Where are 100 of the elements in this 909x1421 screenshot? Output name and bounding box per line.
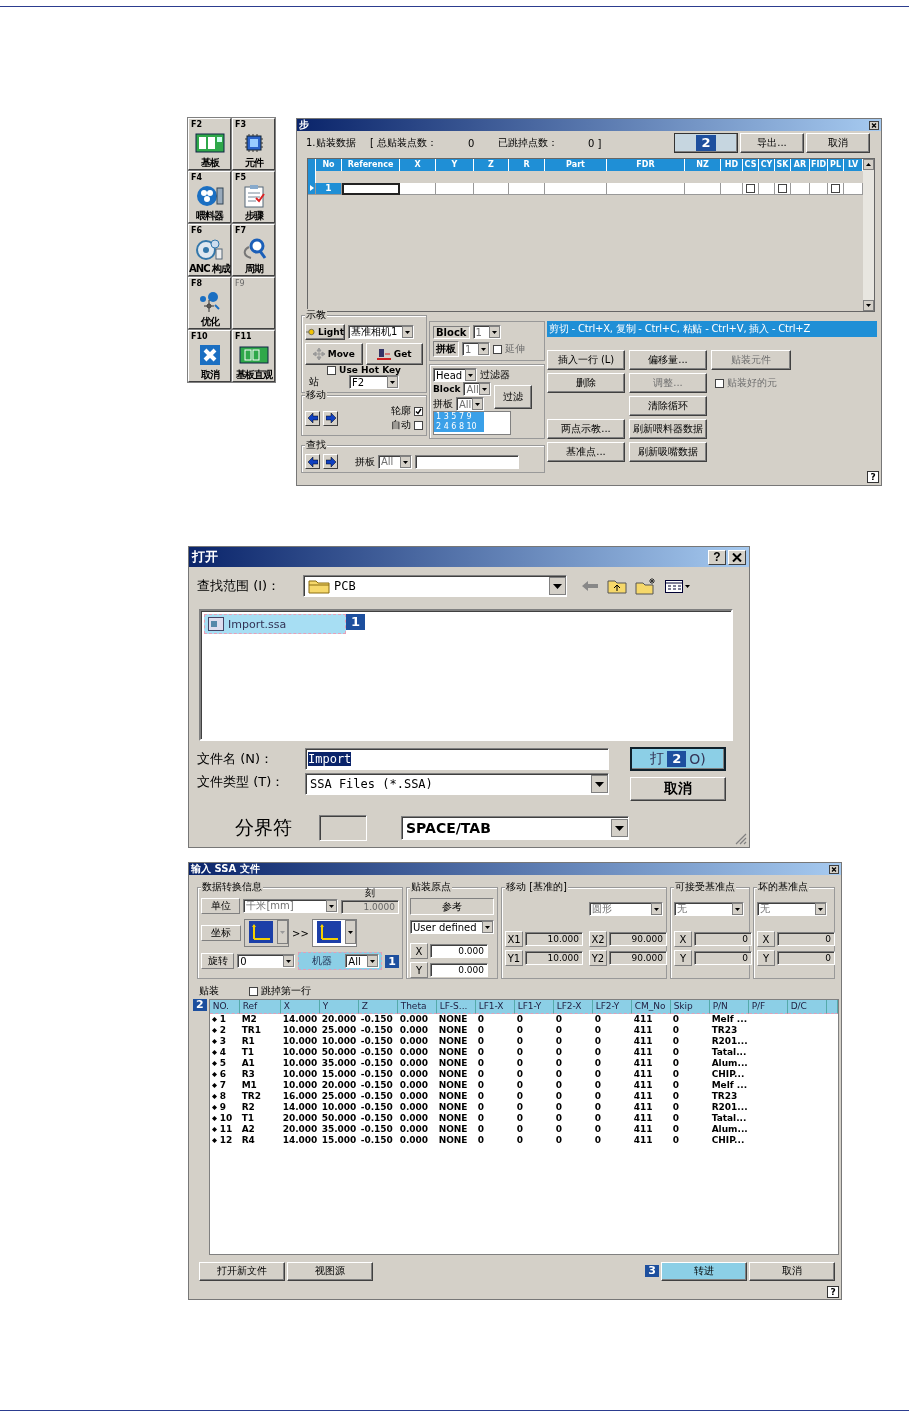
input-field: 1.0000 bbox=[341, 900, 399, 914]
button[interactable]: 取消 bbox=[806, 133, 870, 154]
key-label: F6 bbox=[191, 226, 203, 235]
button[interactable]: 打开新文件 bbox=[199, 1261, 285, 1281]
dropdown[interactable]: 0 bbox=[237, 954, 296, 968]
right-arrow-button[interactable] bbox=[323, 410, 338, 426]
checkbox[interactable] bbox=[327, 365, 337, 375]
button[interactable]: 视图源 bbox=[287, 1261, 373, 1281]
help-button[interactable]: ? bbox=[867, 471, 879, 483]
input-field[interactable]: 90.000 bbox=[609, 932, 667, 946]
input-field[interactable]: 0 bbox=[777, 932, 835, 946]
help-button[interactable]: ? bbox=[827, 1286, 839, 1298]
table-cell-text: R201... bbox=[710, 1036, 749, 1047]
button[interactable]: 插入一行 (L) bbox=[547, 350, 625, 370]
toolbar-key[interactable]: F10 取消 bbox=[188, 330, 231, 382]
button[interactable]: 过滤 bbox=[494, 384, 533, 409]
checkbox[interactable] bbox=[249, 986, 258, 996]
input-field[interactable]: 10.000 bbox=[525, 932, 583, 946]
field-label: 文件类型 (T)： bbox=[197, 773, 286, 791]
table-cell-text: 0 bbox=[476, 1135, 485, 1146]
dropdown[interactable]: SPACE/TAB bbox=[401, 816, 629, 840]
input-field[interactable]: 0.000 bbox=[430, 944, 488, 958]
button[interactable]: 基准点... bbox=[547, 442, 625, 462]
file-item[interactable]: Import.ssa bbox=[204, 614, 346, 634]
button[interactable]: 导出... bbox=[740, 133, 804, 154]
input-field[interactable]: 0.000 bbox=[430, 963, 488, 977]
table-cell-text: 0.000 bbox=[398, 1080, 430, 1091]
toolbar-key[interactable]: F3 元件 bbox=[232, 118, 275, 170]
button[interactable]: 刷新吸嘴数据 bbox=[629, 442, 707, 462]
table-cell bbox=[509, 182, 545, 195]
toolbar-key[interactable]: F7 周期 bbox=[232, 224, 275, 276]
caret-icon bbox=[611, 819, 628, 837]
button[interactable]: 2 bbox=[674, 133, 738, 154]
table-cell-text: 20.000 bbox=[320, 1014, 358, 1025]
dropdown[interactable] bbox=[311, 919, 357, 947]
checkbox[interactable] bbox=[414, 420, 423, 430]
table-cell-text: NONE bbox=[437, 1135, 469, 1146]
toolbar-key[interactable]: F5 步骤 bbox=[232, 171, 275, 223]
input-field[interactable]: 10.000 bbox=[525, 951, 583, 965]
input-field[interactable]: 90.000 bbox=[609, 951, 667, 965]
checkbox[interactable] bbox=[414, 406, 423, 416]
table-cell-text: R1 bbox=[240, 1036, 256, 1047]
input-field[interactable] bbox=[319, 815, 367, 841]
input-field[interactable]: Import bbox=[305, 748, 609, 770]
table-cell-text: 14.000 bbox=[281, 1135, 319, 1146]
machine-selector[interactable]: 机器 All bbox=[298, 952, 383, 970]
toolbar-key[interactable]: F11 基板直观 bbox=[232, 330, 275, 382]
field-label: Y bbox=[410, 962, 428, 978]
table-cell-text: 0 bbox=[593, 1025, 602, 1036]
button[interactable]: 偏移量... bbox=[629, 350, 707, 370]
bulb-icon bbox=[306, 328, 315, 336]
table-cell-text: -0.150 bbox=[359, 1124, 394, 1135]
toolbar-key[interactable]: F6 ANC 构成 bbox=[188, 224, 231, 276]
left-arrow-button[interactable] bbox=[305, 454, 320, 469]
dropdown[interactable]: SSA Files (*.SSA) bbox=[305, 773, 609, 795]
caret-icon bbox=[344, 920, 356, 944]
close-button[interactable] bbox=[728, 549, 746, 565]
button[interactable]: 清除循环 bbox=[629, 396, 707, 416]
column-header: LF-S... bbox=[436, 1000, 476, 1014]
right-arrow-button[interactable] bbox=[323, 454, 338, 469]
input-field[interactable]: 0 bbox=[777, 951, 835, 965]
view-menu-icon[interactable] bbox=[665, 579, 691, 593]
button[interactable]: 删除 bbox=[547, 373, 625, 393]
open-button[interactable]: 打 2 O) bbox=[630, 747, 726, 771]
dropdown[interactable]: Head bbox=[433, 368, 477, 382]
dropdown[interactable] bbox=[244, 919, 289, 947]
checkbox[interactable] bbox=[831, 183, 840, 193]
table-cell-text: NONE bbox=[437, 1058, 469, 1069]
checkbox[interactable] bbox=[778, 183, 787, 193]
button[interactable]: 转进 bbox=[661, 1261, 747, 1281]
cell-editor[interactable] bbox=[342, 182, 400, 195]
toolbar-key[interactable]: F2 基板 bbox=[188, 118, 231, 170]
button[interactable]: 取消 bbox=[630, 777, 726, 801]
input-field[interactable]: 0 bbox=[694, 932, 752, 946]
checkbox[interactable] bbox=[746, 183, 755, 193]
dropdown[interactable]: F2 bbox=[349, 375, 399, 389]
new-folder-icon[interactable] bbox=[635, 577, 657, 595]
dropdown[interactable]: All bbox=[345, 954, 380, 968]
table-cell-text: -0.150 bbox=[359, 1113, 394, 1124]
button[interactable]: Light bbox=[305, 324, 345, 340]
button[interactable]: Move bbox=[305, 343, 363, 365]
button[interactable]: Get bbox=[365, 343, 423, 365]
left-arrow-button[interactable] bbox=[305, 410, 320, 426]
button[interactable]: 两点示教... bbox=[547, 419, 625, 439]
scroll-bar[interactable] bbox=[863, 158, 874, 311]
dropdown[interactable]: 基准相机1 bbox=[348, 325, 414, 339]
toolbar-key[interactable]: F8 优化 bbox=[188, 277, 231, 329]
dropdown[interactable]: PCB bbox=[303, 575, 567, 597]
toolbar-key[interactable]: F4 喂料器 bbox=[188, 171, 231, 223]
button[interactable]: 取消 bbox=[749, 1261, 835, 1281]
help-button[interactable]: ? bbox=[708, 549, 726, 565]
callout-number: 1 bbox=[385, 954, 399, 968]
close-icon[interactable] bbox=[869, 120, 879, 130]
close-icon[interactable] bbox=[829, 864, 839, 874]
button[interactable]: 刷新喂料器数据 bbox=[629, 419, 707, 439]
input-field[interactable]: 0 bbox=[694, 951, 752, 965]
up-folder-icon[interactable] bbox=[607, 578, 627, 594]
caret-icon bbox=[283, 955, 295, 967]
dropdown[interactable]: User defined bbox=[410, 920, 494, 934]
input-field[interactable] bbox=[415, 454, 519, 469]
